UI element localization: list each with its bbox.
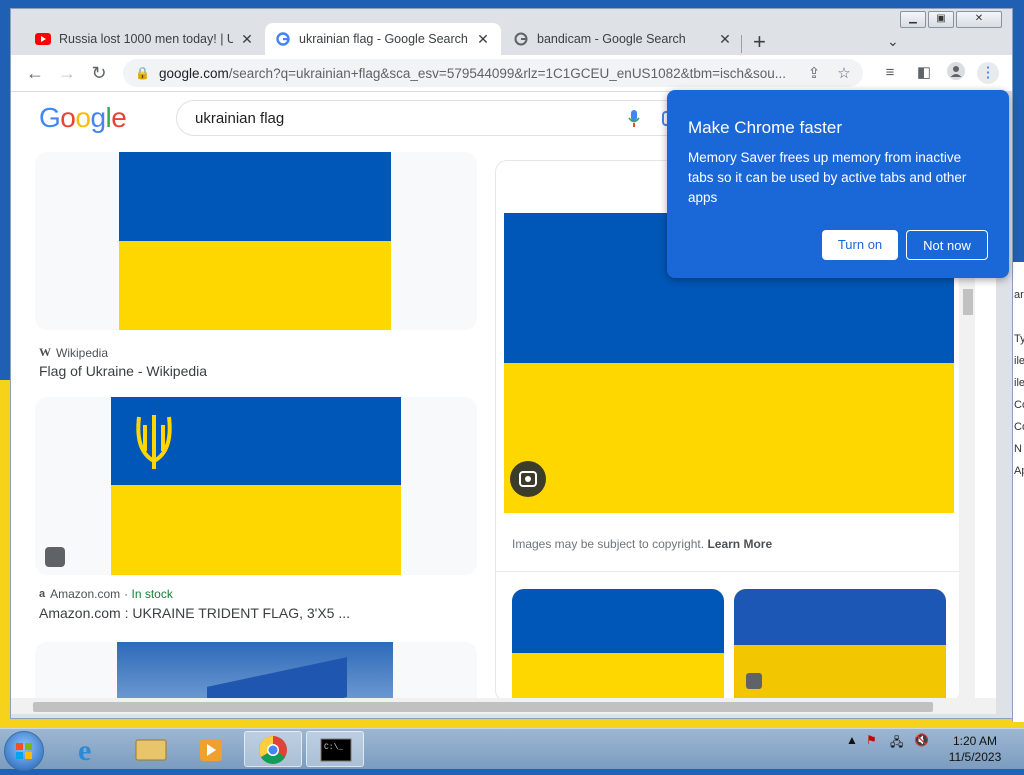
horizontal-scrollbar[interactable] [11,698,996,714]
side-panel-icon[interactable]: ◧ [913,62,935,84]
background-window: ‎ar‎TyileileCoCoNAp [1012,262,1024,722]
share-icon[interactable]: ⇪ [803,64,825,82]
command-prompt-icon[interactable]: C:\_ [306,731,364,767]
windows-taskbar: e C:\_ ▲ ⚑ 🖧 🔇 1:20 AM 11/5/2023 [0,728,1024,771]
tab-title: bandicam - Google Search [537,32,686,46]
amazon-icon: a [39,588,46,600]
forward-arrow-icon[interactable]: → [55,61,79,85]
in-stock-label: · In stock [124,587,173,601]
back-arrow-icon[interactable]: ← [23,61,47,85]
result-image-card[interactable] [35,152,477,330]
system-clock[interactable]: 1:20 AM 11/5/2023 [940,733,1010,765]
svg-text:e: e [78,734,91,767]
result-image-card[interactable] [35,642,477,698]
not-now-button[interactable]: Not now [906,230,988,260]
search-query: ukrainian flag [195,109,285,127]
price-tag-icon [45,547,65,567]
show-hidden-icons[interactable]: ▲ [846,733,858,747]
action-center-icon[interactable]: ⚑ [866,733,877,747]
price-tag-icon [746,673,762,689]
volume-muted-icon[interactable]: 🔇 [914,733,929,747]
tab-youtube[interactable]: Russia lost 1000 men today! | Uk ✕ [25,23,265,55]
popup-body: Memory Saver frees up memory from inacti… [688,150,967,205]
microphone-icon[interactable] [627,109,641,133]
new-tab-button[interactable]: + [753,31,766,53]
reload-icon[interactable]: ↻ [87,61,111,85]
ukrainian-flag-image [119,152,391,330]
lens-search-button[interactable] [510,461,546,497]
result-title[interactable]: Flag of Ukraine - Wikipedia [39,363,207,379]
wikipedia-icon: W [39,345,51,359]
tab-ukrainian-flag[interactable]: ukrainian flag - Google Search ✕ [265,23,501,55]
learn-more-link[interactable]: Learn More [707,537,772,551]
related-image[interactable] [734,589,946,698]
file-explorer-icon[interactable] [122,731,180,767]
tab-separator [741,35,742,53]
network-icon[interactable]: 🖧 [890,733,903,754]
start-button[interactable] [4,731,44,771]
browser-toolbar: ← → ↻ 🔒 google.com/search?q=ukrainian+fl… [11,55,1012,92]
bookmark-star-icon[interactable]: ☆ [833,64,855,82]
clock-time: 1:20 AM [952,734,998,748]
divider [496,571,960,572]
chrome-taskbar-icon[interactable] [244,731,302,767]
related-image[interactable] [512,589,724,698]
internet-explorer-icon[interactable]: e [60,731,118,767]
address-bar[interactable]: 🔒 google.com/search?q=ukrainian+flag&sca… [123,59,863,87]
popup-title: Make Chrome faster [688,118,842,137]
waving-flag-image [117,642,393,698]
memory-saver-popup: Make Chrome faster Memory Saver frees up… [667,90,1009,278]
result-image-card[interactable] [35,397,477,575]
result-source[interactable]: a Amazon.com · In stock [39,587,173,601]
turn-on-button[interactable]: Turn on [822,230,898,260]
google-logo[interactable]: Google [39,102,127,134]
result-title[interactable]: Amazon.com : UKRAINE TRIDENT FLAG, 3'X5 … [39,605,350,621]
close-tab-icon[interactable]: ✕ [239,31,255,48]
google-icon [275,31,291,47]
tab-search-chevron-icon[interactable]: ⌄ [887,33,899,50]
lock-icon: 🔒 [135,66,150,80]
profile-avatar-icon[interactable] [945,62,967,84]
clock-date: 11/5/2023 [948,750,1002,764]
url-text: google.com/search?q=ukrainian+flag&sca_e… [159,65,787,81]
youtube-icon [35,31,51,47]
media-player-icon[interactable] [182,731,240,767]
google-icon [513,31,529,47]
svg-text:C:\_: C:\_ [324,743,343,752]
reading-list-icon[interactable]: ≡ [879,62,901,84]
result-source[interactable]: W Wikipedia [39,345,108,360]
menu-kebab-icon[interactable]: ⋮ [977,62,999,84]
close-tab-icon[interactable]: ✕ [717,31,733,48]
tab-strip: Russia lost 1000 men today! | Uk ✕ ukrai… [11,19,1012,55]
ukraine-trident-flag-image [111,397,401,575]
copyright-notice: Images may be subject to copyright. Lear… [512,537,773,551]
tab-title: Russia lost 1000 men today! | Uk [59,32,233,46]
close-tab-icon[interactable]: ✕ [475,31,491,48]
tab-bandicam[interactable]: bandicam - Google Search ✕ [503,23,743,55]
search-input[interactable]: ukrainian flag [176,100,696,136]
tab-title: ukrainian flag - Google Search [299,32,468,46]
